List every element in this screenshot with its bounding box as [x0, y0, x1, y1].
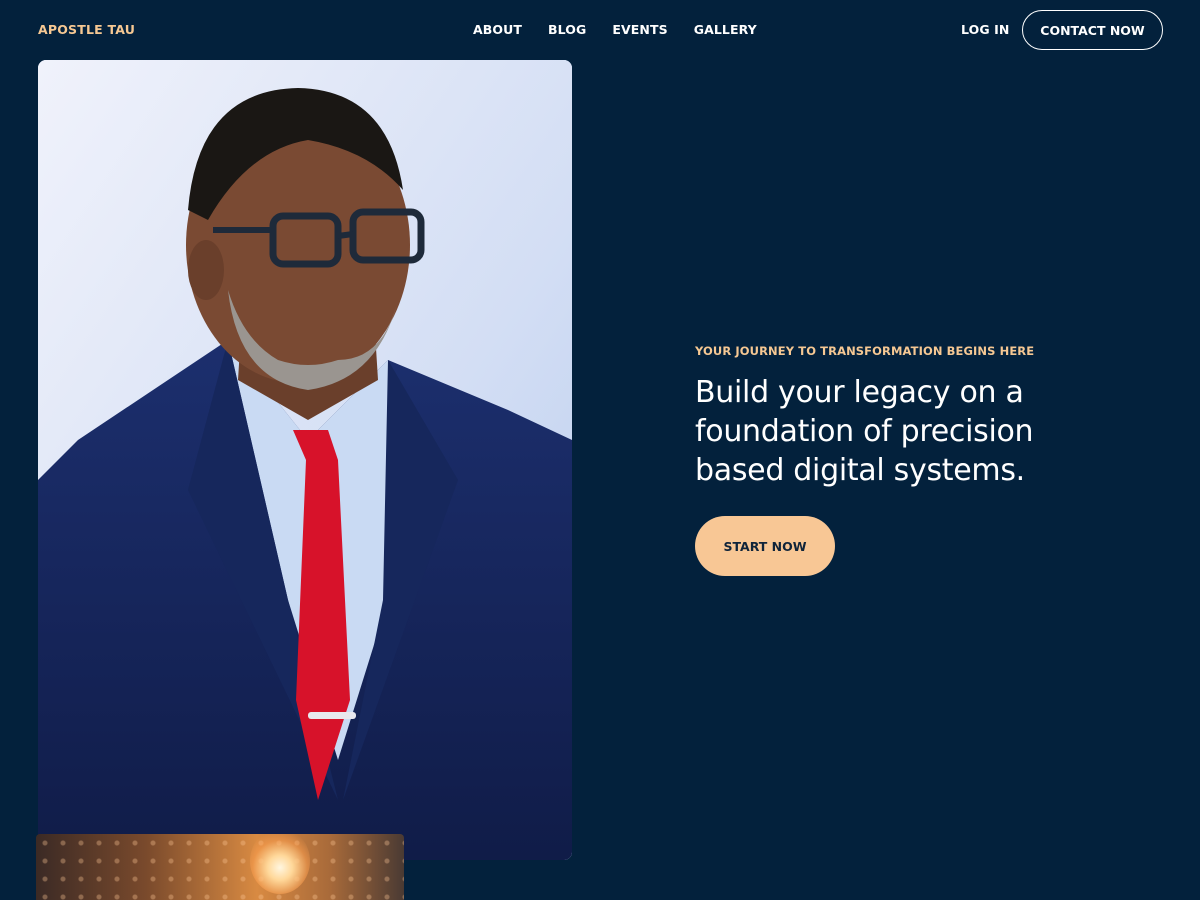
hero-portrait-image — [38, 60, 572, 860]
portrait-illustration — [38, 60, 572, 860]
nav-about[interactable]: ABOUT — [473, 22, 522, 37]
hero-headline: Build your legacy on a foundation of pre… — [695, 373, 1075, 490]
nav-gallery[interactable]: GALLERY — [694, 22, 757, 37]
hero-eyebrow: YOUR JOURNEY TO TRANSFORMATION BEGINS HE… — [695, 344, 1035, 358]
nav-events[interactable]: EVENTS — [612, 22, 667, 37]
hero-section: YOUR JOURNEY TO TRANSFORMATION BEGINS HE… — [695, 344, 1075, 576]
login-link[interactable]: LOG IN — [961, 22, 1009, 37]
lightbulb-photo — [36, 834, 404, 900]
hero-headline-line-1: Build your legacy on a — [695, 375, 1024, 410]
main-nav: ABOUT BLOG EVENTS GALLERY — [473, 22, 757, 37]
bokeh-lights — [36, 834, 404, 900]
hero-headline-line-2: foundation of precision — [695, 414, 1034, 449]
start-now-button[interactable]: START NOW — [695, 516, 835, 576]
brand-logo[interactable]: APOSTLE TAU — [38, 22, 135, 37]
nav-blog[interactable]: BLOG — [548, 22, 586, 37]
hero-headline-line-3: based digital systems. — [695, 453, 1025, 488]
contact-now-button[interactable]: CONTACT NOW — [1022, 10, 1163, 50]
